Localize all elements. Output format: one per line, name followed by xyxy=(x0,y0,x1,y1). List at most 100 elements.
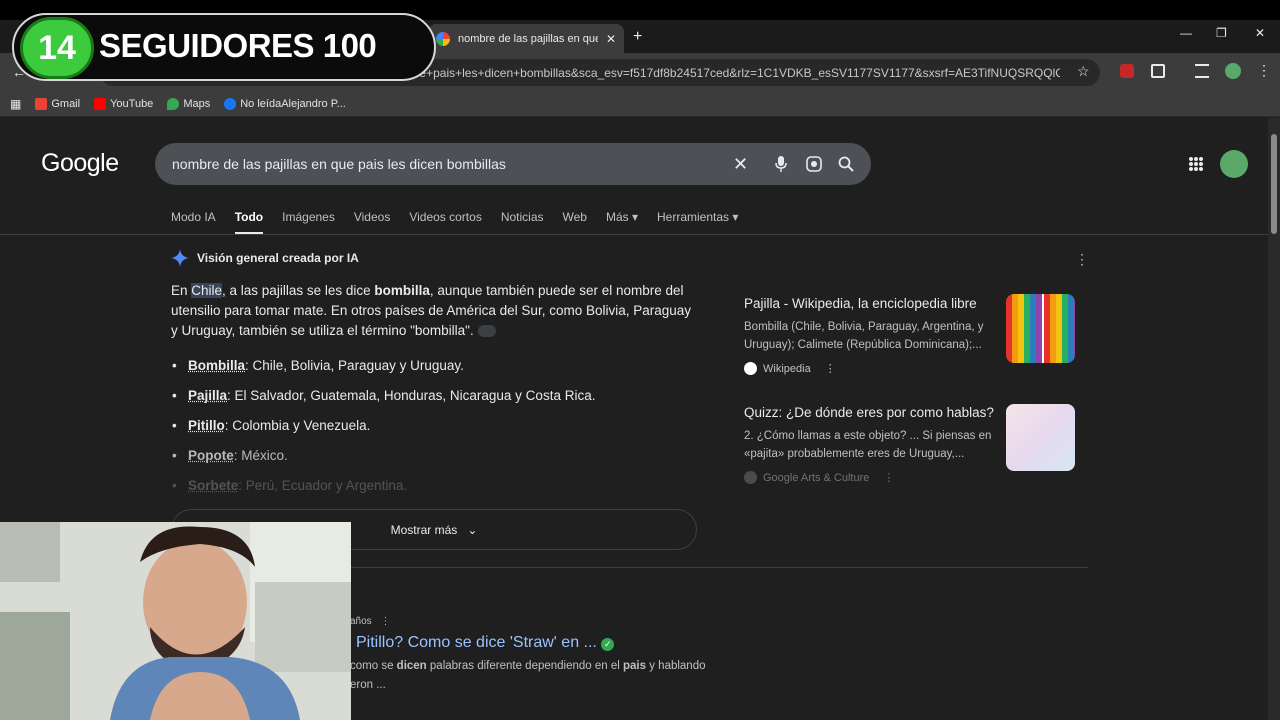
result-title: Pitillo? Como se dice 'Straw' en ... xyxy=(356,634,597,651)
bookmark-label: YouTube xyxy=(110,97,154,110)
account-avatar[interactable] xyxy=(1220,150,1248,178)
list-item: Sorbete: Perú, Ecuador y Argentina. xyxy=(172,478,595,508)
scrollbar-thumb[interactable] xyxy=(1271,134,1277,234)
new-tab-icon[interactable]: + xyxy=(633,28,642,46)
scrollbar[interactable] xyxy=(1268,118,1280,720)
search-box[interactable]: nombre de las pajillas en que pais les d… xyxy=(155,143,871,185)
tabs-divider xyxy=(0,234,1268,235)
browser-tab[interactable]: nombre de las pajillas en que p ✕ xyxy=(428,24,624,53)
search-icon[interactable] xyxy=(838,156,856,174)
card-source[interactable]: Google Arts & Culture ⋮ xyxy=(744,471,894,484)
bullet-term[interactable]: Popote xyxy=(188,448,234,463)
bullet-term[interactable]: Bombilla xyxy=(188,358,245,373)
bullet-text: : México. xyxy=(233,448,288,463)
card-snippet: 2. ¿Cómo llamas a este objeto? ... Si pi… xyxy=(744,430,992,460)
tab-mas[interactable]: Más ▾ xyxy=(606,210,638,235)
browser-menu-icon[interactable]: ⋮ xyxy=(1257,62,1271,79)
source-link-icon[interactable] xyxy=(477,325,496,338)
bookmark-youtube[interactable]: YouTube xyxy=(94,97,154,110)
streamer-webcam-image xyxy=(0,522,351,720)
bullet-text: : Chile, Bolivia, Paraguay y Uruguay. xyxy=(245,358,464,373)
ai-bold-term: bombilla xyxy=(374,283,430,298)
ai-overview-text: En Chile, a las pajillas se les dice bom… xyxy=(171,281,693,341)
result-snippet: como se dicen palabras diferente dependi… xyxy=(350,657,720,695)
follower-count: 14 xyxy=(38,28,76,67)
gemini-sparkle-icon xyxy=(171,249,189,267)
google-logo[interactable]: Google xyxy=(41,149,119,178)
ai-highlight: Chile xyxy=(191,283,223,298)
snippet-bold: pais xyxy=(623,660,647,672)
show-more-label: Mostrar más xyxy=(390,522,458,537)
bookmark-star-icon[interactable]: ☆ xyxy=(1077,63,1090,80)
card-more-icon[interactable]: ⋮ xyxy=(883,471,894,484)
arts-culture-icon xyxy=(744,471,757,484)
bookmark-label: Maps xyxy=(183,97,211,110)
card-more-icon[interactable]: ⋮ xyxy=(825,362,836,375)
snippet-part: y hablando xyxy=(646,660,706,672)
webcam-overlay xyxy=(0,522,351,720)
close-tab-icon[interactable]: ✕ xyxy=(606,32,616,46)
tab-videos-cortos[interactable]: Videos cortos xyxy=(409,210,482,235)
tab-videos[interactable]: Videos xyxy=(354,210,390,235)
snippet-part: palabras diferente dependiendo en el xyxy=(426,660,624,672)
bookmark-label: Gmail xyxy=(51,97,81,110)
bullet-term[interactable]: Pajilla xyxy=(188,388,227,403)
apps-grid-icon[interactable]: ▦ xyxy=(10,97,21,111)
result-title-link[interactable]: Pitillo? Como se dice 'Straw' en ... ✓ xyxy=(356,634,615,652)
lens-camera-icon[interactable] xyxy=(806,156,824,174)
bookmark-gmail[interactable]: Gmail xyxy=(35,97,81,110)
search-tabs: Modo IA Todo Imágenes Videos Videos cort… xyxy=(171,210,757,235)
restore-icon[interactable]: ❐ xyxy=(1216,26,1227,40)
card-source[interactable]: Wikipedia ⋮ xyxy=(744,362,836,375)
tab-title: nombre de las pajillas en que p xyxy=(458,32,598,45)
card-source-label: Google Arts & Culture xyxy=(763,471,870,484)
card-title[interactable]: Pajilla - Wikipedia, la enciclopedia lib… xyxy=(744,296,1004,311)
result-more-icon[interactable]: ⋮ xyxy=(380,616,390,627)
bullet-text: : El Salvador, Guatemala, Honduras, Nica… xyxy=(227,388,596,403)
list-item: Pajilla: El Salvador, Guatemala, Hondura… xyxy=(172,388,595,418)
minimize-icon[interactable]: — xyxy=(1180,26,1192,40)
tab-herramientas[interactable]: Herramientas ▾ xyxy=(657,210,738,235)
bookmark-facebook[interactable]: No leídaAlejandro P... xyxy=(224,97,346,110)
follower-goal-text: SEGUIDORES 100 xyxy=(99,27,377,64)
follower-count-badge: 14 xyxy=(20,17,94,79)
quiz-thumbnail[interactable] xyxy=(1006,404,1075,471)
list-item: Pitillo: Colombia y Venezuela. xyxy=(172,418,595,448)
profile-avatar-icon[interactable] xyxy=(1225,63,1241,79)
bullet-term[interactable]: Sorbete xyxy=(188,478,238,493)
bookmark-maps[interactable]: Maps xyxy=(167,97,211,110)
search-input[interactable]: nombre de las pajillas en que pais les d… xyxy=(172,156,732,172)
tab-todo[interactable]: Todo xyxy=(234,210,264,235)
clear-icon[interactable]: ✕ xyxy=(733,155,751,173)
extension-icon[interactable] xyxy=(1120,64,1134,78)
snippet-bold: dicen xyxy=(396,660,427,672)
ai-text-part: En xyxy=(171,283,192,298)
tab-modo-ia[interactable]: Modo IA xyxy=(171,210,216,235)
google-apps-icon[interactable] xyxy=(1189,157,1203,171)
ai-overview-heading: Visión general creada por IA xyxy=(171,249,359,267)
extensions-puzzle-icon[interactable] xyxy=(1151,64,1165,78)
bullet-term[interactable]: Pitillo xyxy=(188,418,225,433)
ai-overview-title: Visión general creada por IA xyxy=(197,251,359,265)
close-window-icon[interactable]: ✕ xyxy=(1255,26,1265,40)
google-favicon-icon xyxy=(436,31,450,46)
ai-more-options-icon[interactable]: ⋮ xyxy=(1075,251,1089,268)
tab-web[interactable]: Web xyxy=(563,210,587,235)
card-title[interactable]: Quizz: ¿De dónde eres por como hablas? xyxy=(744,405,1004,420)
ai-text-part: , a las pajillas se les dice xyxy=(222,283,375,298)
snippet-part: eron ... xyxy=(350,679,386,691)
tab-noticias[interactable]: Noticias xyxy=(501,210,544,235)
card-source-label: Wikipedia xyxy=(763,362,811,375)
bullet-text: : Colombia y Venezuela. xyxy=(224,418,371,433)
bookmarks-bar: ▦ Gmail YouTube Maps No leídaAlejandro P… xyxy=(0,91,1280,117)
result-meta-text: años xyxy=(350,616,372,627)
result-meta: años ⋮ xyxy=(350,616,390,627)
straws-thumbnail[interactable] xyxy=(1006,294,1075,363)
bullet-text: : Perú, Ecuador y Argentina. xyxy=(238,478,408,493)
list-item: Bombilla: Chile, Bolivia, Paraguay y Uru… xyxy=(172,358,595,388)
media-control-icon[interactable] xyxy=(1195,64,1209,78)
tab-imagenes[interactable]: Imágenes xyxy=(282,210,335,235)
wikipedia-icon xyxy=(744,362,757,375)
microphone-icon[interactable] xyxy=(775,155,793,173)
snippet-part: como se xyxy=(350,660,397,672)
